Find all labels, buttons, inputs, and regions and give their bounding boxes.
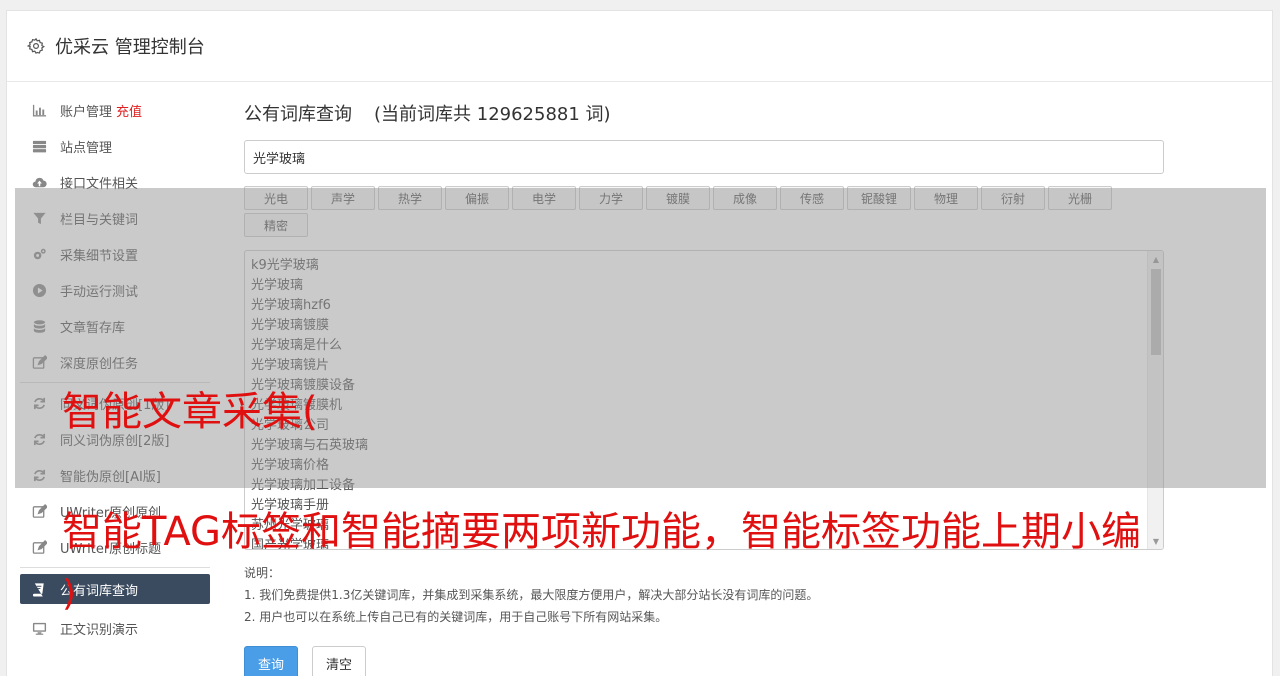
overlay-caption: ) [62,573,77,614]
sidebar-item-label: 正文识别演示 [60,622,139,638]
overlay-caption: 智能文章采集( [62,389,318,435]
list-item[interactable]: 光学玻璃是什么 [251,336,1163,356]
scroll-up-arrow-icon[interactable]: ▲ [1148,251,1163,267]
cloud-upload-icon [31,174,47,190]
sidebar-item-text-recognition[interactable]: 正文识别演示 [20,610,210,646]
list-item[interactable]: k9光学玻璃 [251,256,1163,276]
gear-icon [27,37,45,54]
server-icon [31,138,47,154]
tag-button[interactable]: 成像 [713,186,777,210]
section-title: 公有词库查询 (当前词库共 129625881 词) [244,100,1164,130]
list-item[interactable]: 光学玻璃镜片 [251,356,1163,376]
tag-button[interactable]: 偏振 [445,186,509,210]
bar-chart-icon [31,102,47,118]
list-item[interactable]: 光学玻璃加工设备 [251,476,1163,496]
sidebar-divider [20,382,210,383]
action-buttons: 查询 清空 [244,646,1164,676]
sidebar-item-label: 账户管理 [60,104,113,120]
tag-button[interactable]: 光电 [244,186,308,210]
sidebar-item-public-lexicon[interactable]: 公有词库查询 [20,574,210,604]
sidebar-item-label: 接口文件相关 [60,176,139,192]
clear-button[interactable]: 清空 [312,646,366,676]
sidebar-item-interface-files[interactable]: 接口文件相关 [20,164,210,200]
section-title-text: 公有词库查询 [244,104,352,125]
refresh-icon [31,431,47,447]
edit-icon [31,503,47,519]
sidebar-item-collect-settings[interactable]: 采集细节设置 [20,236,210,272]
monitor-icon [31,620,47,636]
sidebar-item-label: 文章暂存库 [60,320,126,336]
notes-line: 1. 我们免费提供1.3亿关键词库，并集成到采集系统，最大限度方便用户，解决大部… [244,588,819,602]
sidebar-item-ai-original[interactable]: 智能伪原创[AI版] [20,457,210,493]
play-icon [31,282,47,298]
page-title: 优采云 管理控制台 [55,37,205,58]
sidebar-item-label: 深度原创任务 [60,356,139,372]
sidebar: 账户管理 充值 站点管理 接口文件相关 栏目与关键词 采集细节设置 手动运行测试… [20,92,210,646]
sidebar-item-label: 采集细节设置 [60,248,139,264]
list-item[interactable]: 光学玻璃镀膜机 [251,396,1163,416]
list-item[interactable]: 光学玻璃与石英玻璃 [251,436,1163,456]
sidebar-item-label: 栏目与关键词 [60,212,139,228]
sidebar-item-label: 手动运行测试 [60,284,139,300]
recharge-link[interactable]: 充值 [116,101,142,120]
sidebar-divider [20,567,210,568]
query-button[interactable]: 查询 [244,646,298,676]
notes: 说明： 1. 我们免费提供1.3亿关键词库，并集成到采集系统，最大限度方便用户，… [244,562,1164,628]
tag-button[interactable]: 传感 [780,186,844,210]
list-item[interactable]: 光学玻璃 [251,276,1163,296]
database-icon [31,318,47,334]
gears-icon [31,246,47,262]
results-scrollbar[interactable]: ▲ ▼ [1147,251,1163,549]
list-item[interactable]: 光学玻璃价格 [251,456,1163,476]
sidebar-item-account[interactable]: 账户管理 充值 [20,92,210,128]
tag-button[interactable]: 镀膜 [646,186,710,210]
sidebar-item-label: 站点管理 [60,140,113,156]
list-item[interactable]: 光学玻璃镀膜设备 [251,376,1163,396]
tag-button[interactable]: 力学 [579,186,643,210]
sidebar-item-manual-run[interactable]: 手动运行测试 [20,272,210,308]
refresh-icon [31,467,47,483]
overlay-caption: 智能TAG标签和智能摘要两项新功能，智能标签功能上期小编 [62,509,1141,555]
tag-button[interactable]: 精密 [244,213,308,237]
scroll-down-arrow-icon[interactable]: ▼ [1148,533,1163,549]
scrollbar-thumb[interactable] [1151,269,1161,355]
sidebar-item-label: 智能伪原创[AI版] [60,469,161,485]
tag-button[interactable]: 铌酸锂 [847,186,911,210]
keyword-search-input[interactable] [244,140,1164,174]
list-item[interactable]: 光学玻璃公司 [251,416,1163,436]
tag-button[interactable]: 衍射 [981,186,1045,210]
sidebar-item-deep-original[interactable]: 深度原创任务 [20,344,210,380]
list-item[interactable]: 光学玻璃镀膜 [251,316,1163,336]
notes-heading: 说明： [244,566,281,580]
tag-button[interactable]: 电学 [512,186,576,210]
sidebar-item-columns-keywords[interactable]: 栏目与关键词 [20,200,210,236]
tag-button[interactable]: 光栅 [1048,186,1112,210]
list-item[interactable]: 光学玻璃hzf6 [251,296,1163,316]
category-tags: 光电 声学 热学 偏振 电学 力学 镀膜 成像 传感 铌酸锂 物理 衍射 光栅 … [244,186,1124,240]
sidebar-item-sites[interactable]: 站点管理 [20,128,210,164]
refresh-icon [31,395,47,411]
edit-icon [31,539,47,555]
results-list[interactable]: k9光学玻璃 光学玻璃 光学玻璃hzf6 光学玻璃镀膜 光学玻璃是什么 光学玻璃… [244,250,1164,550]
lexicon-count: (当前词库共 129625881 词) [374,104,611,125]
main-content: 公有词库查询 (当前词库共 129625881 词) 光电 声学 热学 偏振 电学… [244,100,1164,676]
notes-line: 2. 用户也可以在系统上传自己已有的关键词库，用于自己账号下所有网站采集。 [244,610,668,624]
book-icon [31,581,47,597]
edit-icon [31,354,47,370]
filter-icon [31,210,47,226]
tag-button[interactable]: 物理 [914,186,978,210]
tag-button[interactable]: 热学 [378,186,442,210]
tag-button[interactable]: 声学 [311,186,375,210]
sidebar-item-article-store[interactable]: 文章暂存库 [20,308,210,344]
header: 优采云 管理控制台 [7,11,1272,82]
